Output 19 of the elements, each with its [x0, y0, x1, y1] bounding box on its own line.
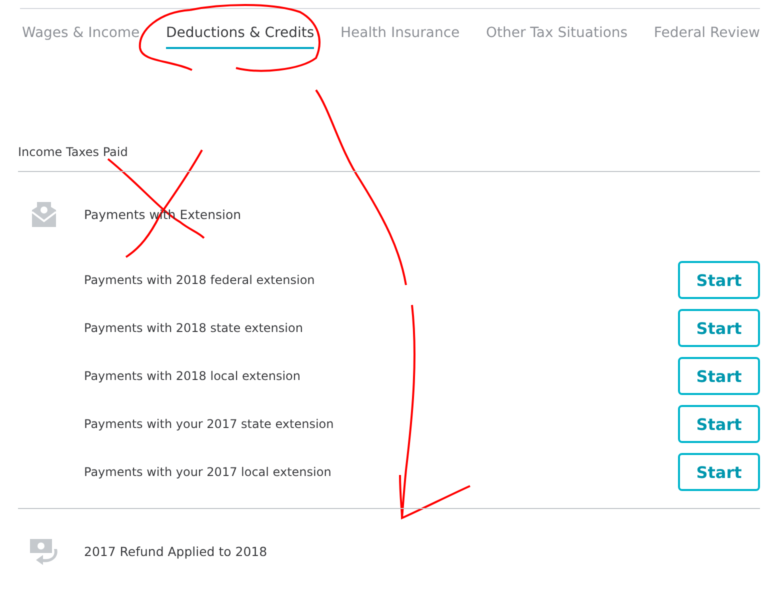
group-title: 2017 Refund Applied to 2018: [84, 544, 268, 558]
item-label: Payments with your 2017 local extension: [84, 465, 332, 479]
start-button[interactable]: Start: [678, 309, 760, 347]
item-label: Payments with your 2017 state extension: [84, 417, 334, 431]
item-label: Payments with 2018 federal extension: [84, 273, 315, 287]
start-button[interactable]: Start: [678, 405, 760, 443]
item-label: Payments with 2018 state extension: [84, 321, 303, 335]
nav-tab[interactable]: Federal Review: [654, 23, 760, 49]
start-button[interactable]: Start: [678, 357, 760, 395]
nav-tab[interactable]: Deductions & Credits: [166, 23, 314, 49]
refund-icon: [30, 537, 58, 565]
envelope-icon: [30, 200, 58, 228]
nav-tab[interactable]: Health Insurance: [340, 23, 460, 49]
nav-tab[interactable]: Wages & Income: [22, 23, 140, 49]
start-button[interactable]: Start: [678, 453, 760, 491]
nav-tab[interactable]: Other Tax Situations: [486, 23, 628, 49]
section-heading: Income Taxes Paid: [18, 145, 129, 161]
start-button[interactable]: Start: [678, 261, 760, 299]
item-label: Payments with 2018 local extension: [84, 369, 301, 383]
